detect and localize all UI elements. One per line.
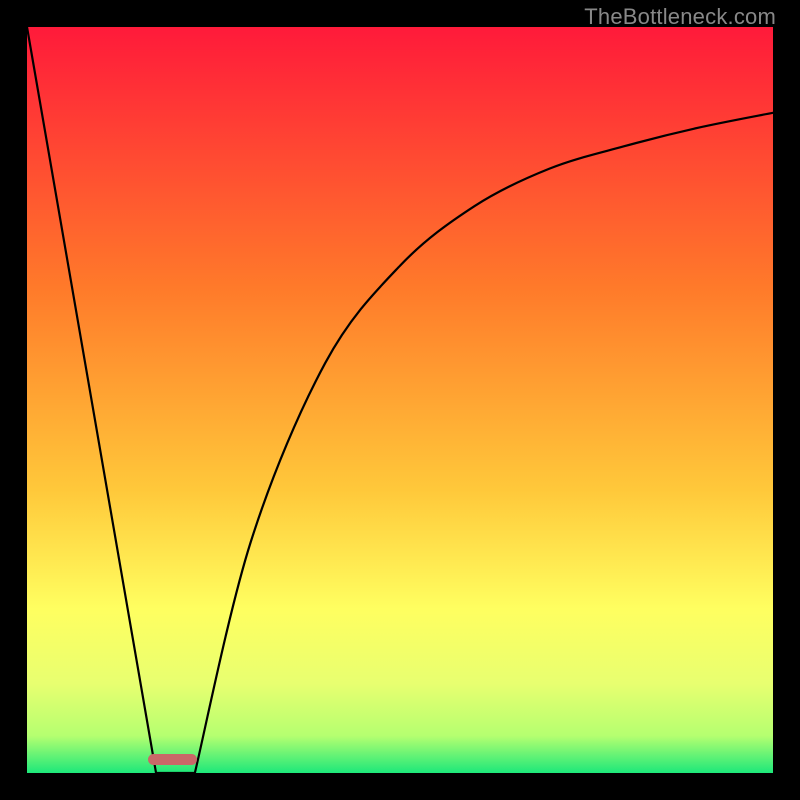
minimum-marker [148, 754, 196, 765]
watermark-text: TheBottleneck.com [584, 4, 776, 30]
plot-area [27, 27, 773, 773]
chart-frame: TheBottleneck.com [0, 0, 800, 800]
gradient-background [27, 27, 773, 773]
chart-svg [27, 27, 773, 773]
